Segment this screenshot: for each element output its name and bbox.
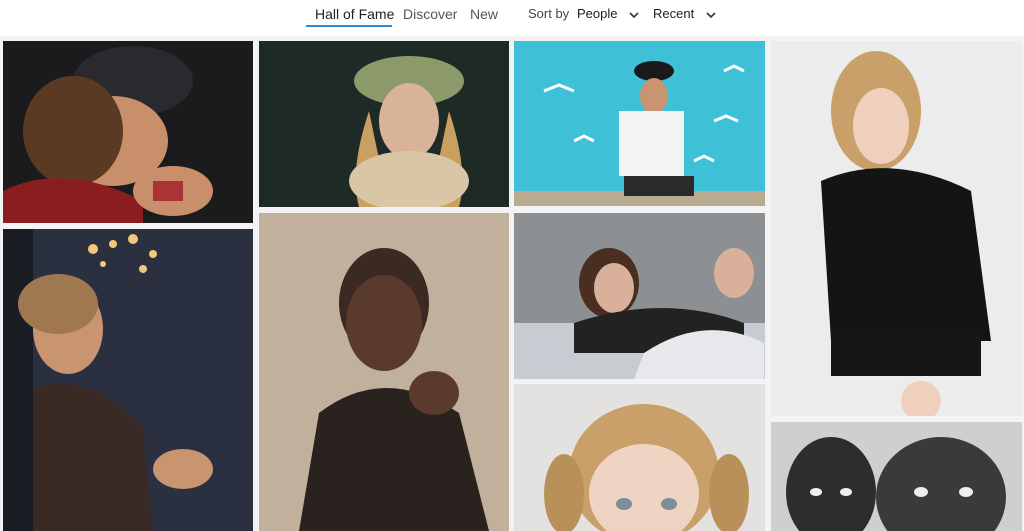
photo-woman-bokeh-lights[interactable] <box>3 229 253 531</box>
period-dropdown-value: Recent <box>653 6 695 21</box>
photo-grid <box>0 36 1024 531</box>
photo-girl-pigtails[interactable] <box>514 384 765 531</box>
chevron-down-icon <box>629 10 639 20</box>
photo-man-braids[interactable] <box>259 213 509 531</box>
chevron-down-icon <box>706 10 716 20</box>
tab-new[interactable]: New <box>470 5 498 29</box>
tab-discover[interactable]: Discover <box>403 5 457 29</box>
top-nav: Hall of Fame Discover New Sort by People… <box>0 0 1024 36</box>
category-dropdown[interactable]: People <box>577 5 639 23</box>
photo-man-seagulls[interactable] <box>514 41 765 206</box>
active-tab-indicator <box>306 25 392 27</box>
period-dropdown[interactable]: Recent <box>653 5 716 23</box>
photo-girl-flower-crown[interactable] <box>259 41 509 207</box>
photo-woman-hat-lying[interactable] <box>3 41 253 223</box>
photo-woman-leather-jacket[interactable] <box>771 41 1022 416</box>
photo-two-boys[interactable] <box>771 422 1022 531</box>
category-dropdown-value: People <box>577 6 618 21</box>
photo-woman-lying-bed[interactable] <box>514 213 765 379</box>
sort-by-label: Sort by <box>528 6 570 21</box>
